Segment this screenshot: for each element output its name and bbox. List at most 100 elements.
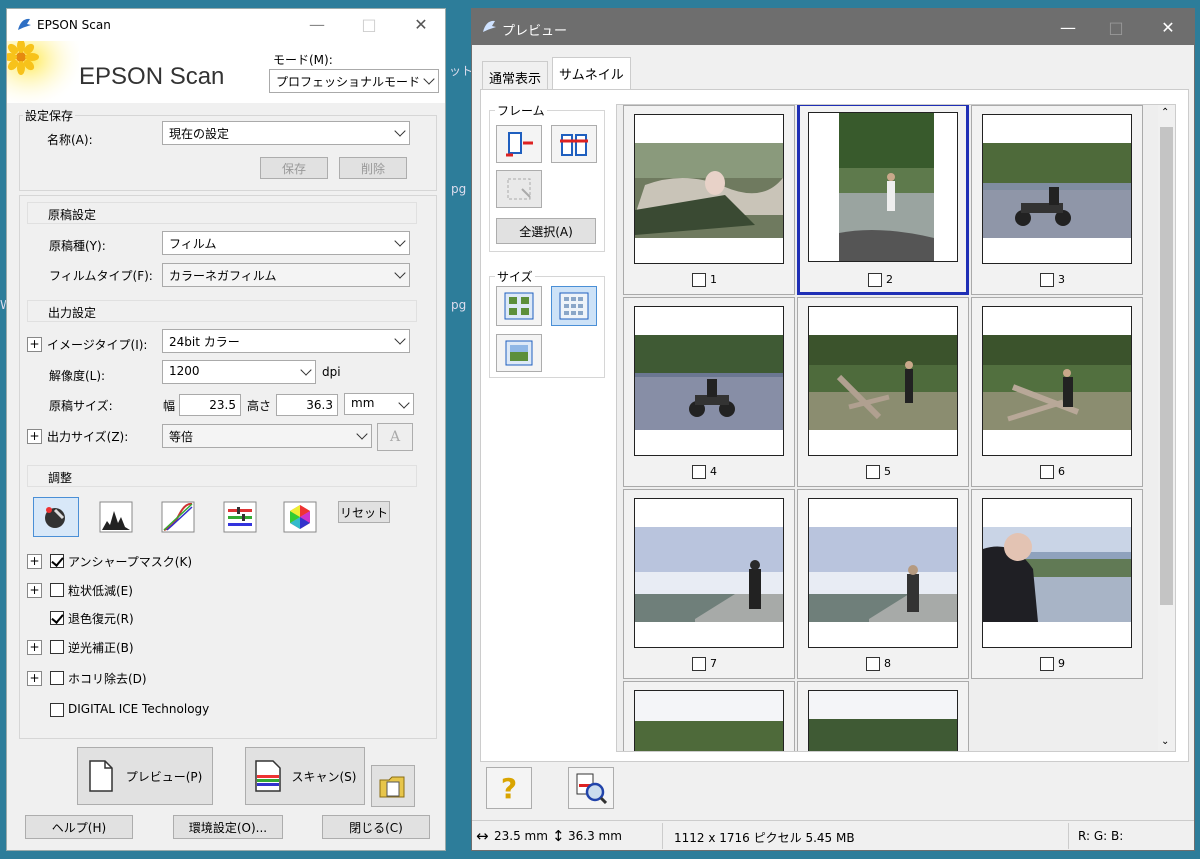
tab-normal-view[interactable]: 通常表示 (482, 61, 549, 89)
histogram-button[interactable] (93, 497, 139, 537)
expand-unsharp-button[interactable]: + (27, 554, 42, 569)
image-type-select[interactable]: 24bit カラー (162, 329, 410, 353)
status-height: 36.3 mm (568, 829, 622, 843)
grid-medium-icon (504, 292, 534, 320)
digital-ice-checkbox[interactable] (50, 703, 64, 717)
thumbnail-checkbox[interactable] (866, 465, 880, 479)
height-input[interactable]: 36.3 (276, 394, 338, 416)
tone-curve-button[interactable] (155, 497, 201, 537)
thumbnail-number: 4 (710, 465, 717, 478)
film-frame-image (634, 114, 784, 264)
close-button[interactable]: 閉じる(C) (322, 815, 430, 839)
thumbnail-checkbox[interactable] (1040, 273, 1054, 287)
delete-button[interactable]: 削除 (339, 157, 407, 179)
thumbnail-number: 7 (710, 657, 717, 670)
thumbnail-checkbox[interactable] (866, 657, 880, 671)
thumbnail-frame[interactable]: 6 (971, 297, 1143, 487)
status-bar: ↔ 23.5 mm ↕ 36.3 mm 1112 x 1716 ピクセル 5.4… (472, 820, 1194, 850)
unit-value: mm (351, 396, 375, 410)
thumb-size-medium-button[interactable] (496, 286, 542, 326)
thumbnail-frame[interactable]: 5 (797, 297, 969, 487)
original-size-label: 原稿サイズ: (49, 399, 113, 413)
color-restoration-checkbox[interactable] (50, 611, 64, 625)
expand-dust-button[interactable]: + (27, 671, 42, 686)
expand-output-size-button[interactable]: + (27, 429, 42, 444)
unsharp-mask-checkbox[interactable] (50, 554, 64, 568)
frame-rotate-button[interactable] (496, 125, 542, 163)
scan-button[interactable]: スキャン(S) (245, 747, 365, 805)
frame-split-button[interactable] (551, 125, 597, 163)
thumbnail-frame[interactable]: 3 (971, 105, 1143, 295)
expand-image-type-button[interactable]: + (27, 337, 42, 352)
scroll-down-icon[interactable]: ⌄ (1161, 736, 1169, 747)
thumbnail-frame[interactable] (797, 681, 969, 751)
expand-backlight-button[interactable]: + (27, 640, 42, 655)
thumbnail-checkbox[interactable] (1040, 465, 1054, 479)
title-bar[interactable]: EPSON Scan — □ ✕ (7, 9, 445, 41)
resolution-value: 1200 (169, 364, 200, 378)
save-button[interactable]: 保存 (260, 157, 328, 179)
title-bar[interactable]: プレビュー — □ ✕ (472, 9, 1194, 45)
maximize-button[interactable]: □ (351, 13, 387, 37)
thumb-size-small-button[interactable] (551, 286, 597, 326)
thumbnail-frame[interactable]: 8 (797, 489, 969, 679)
thumb-size-large-button[interactable] (496, 334, 542, 372)
banner: EPSON Scan モード(M): プロフェッショナルモード (7, 41, 445, 103)
minimize-button[interactable]: — (1050, 16, 1086, 40)
auto-exposure-button[interactable] (33, 497, 79, 537)
scroll-thumb[interactable] (1160, 127, 1173, 605)
thumbnail-checkbox[interactable] (868, 273, 882, 287)
color-palette-button[interactable] (277, 497, 323, 537)
close-window-button[interactable]: ✕ (1150, 16, 1186, 40)
thumbnail-frame[interactable]: 9 (971, 489, 1143, 679)
select-all-button[interactable]: 全選択(A) (496, 218, 596, 244)
photo-person-bridge (809, 527, 957, 622)
scan-icon (254, 760, 281, 792)
setting-name-select[interactable]: 現在の設定 (162, 121, 410, 145)
thumbnail-checkbox[interactable] (692, 657, 706, 671)
vertical-scrollbar[interactable]: ⌃ ⌄ (1158, 105, 1175, 751)
thumbnail-frame[interactable]: 4 (623, 297, 795, 487)
minimize-button[interactable]: — (299, 13, 335, 37)
grain-reduction-label: 粒状低減(E) (68, 584, 133, 598)
help-button[interactable]: ヘルプ(H) (25, 815, 133, 839)
preview-button[interactable]: プレビュー(P) (77, 747, 213, 805)
close-window-button[interactable]: ✕ (403, 13, 439, 37)
thumbnail-frame[interactable] (623, 681, 795, 751)
thumbnail-frame-selected[interactable]: 2 (797, 105, 969, 295)
reset-button[interactable]: リセット (338, 501, 390, 523)
marquee-icon (507, 178, 531, 200)
name-label: 名称(A): (47, 133, 93, 147)
thumbnail-frame[interactable]: 7 (623, 489, 795, 679)
film-type-select[interactable]: カラーネガフィルム (162, 263, 410, 287)
doc-type-select[interactable]: フィルム (162, 231, 410, 255)
expand-grain-button[interactable]: + (27, 583, 42, 598)
zoom-button[interactable] (568, 767, 614, 809)
color-restoration-label: 退色復元(R) (68, 612, 134, 626)
thumbnail-checkbox[interactable] (692, 465, 706, 479)
color-balance-button[interactable] (217, 497, 263, 537)
thumbnail-checkbox[interactable] (692, 273, 706, 287)
mode-select[interactable]: プロフェッショナルモード (269, 69, 439, 93)
backlight-correction-label: 逆光補正(B) (68, 641, 134, 655)
width-input[interactable]: 23.5 (179, 394, 241, 416)
marquee-button[interactable] (496, 170, 542, 208)
open-folder-button[interactable] (371, 765, 415, 807)
resolution-select[interactable]: 1200 (162, 360, 316, 384)
backlight-correction-checkbox[interactable] (50, 640, 64, 654)
output-size-edit-button[interactable]: A (377, 423, 413, 451)
help-button[interactable]: ? (486, 767, 532, 809)
single-image-icon (505, 340, 533, 366)
maximize-button[interactable]: □ (1098, 16, 1134, 40)
output-size-select[interactable]: 等倍 (162, 424, 372, 448)
chevron-down-icon (300, 364, 312, 376)
thumbnail-frame[interactable]: 1 (623, 105, 795, 295)
thumbnail-checkbox[interactable] (1040, 657, 1054, 671)
preview-window: プレビュー — □ ✕ 通常表示 サムネイル フレーム 全選択(A) サイズ 1… (471, 8, 1195, 851)
tab-thumbnail[interactable]: サムネイル (552, 57, 631, 90)
grain-reduction-checkbox[interactable] (50, 583, 64, 597)
scroll-up-icon[interactable]: ⌃ (1161, 107, 1169, 118)
unit-select[interactable]: mm (344, 393, 414, 415)
config-button[interactable]: 環境設定(O)... (173, 815, 283, 839)
dust-removal-checkbox[interactable] (50, 671, 64, 685)
